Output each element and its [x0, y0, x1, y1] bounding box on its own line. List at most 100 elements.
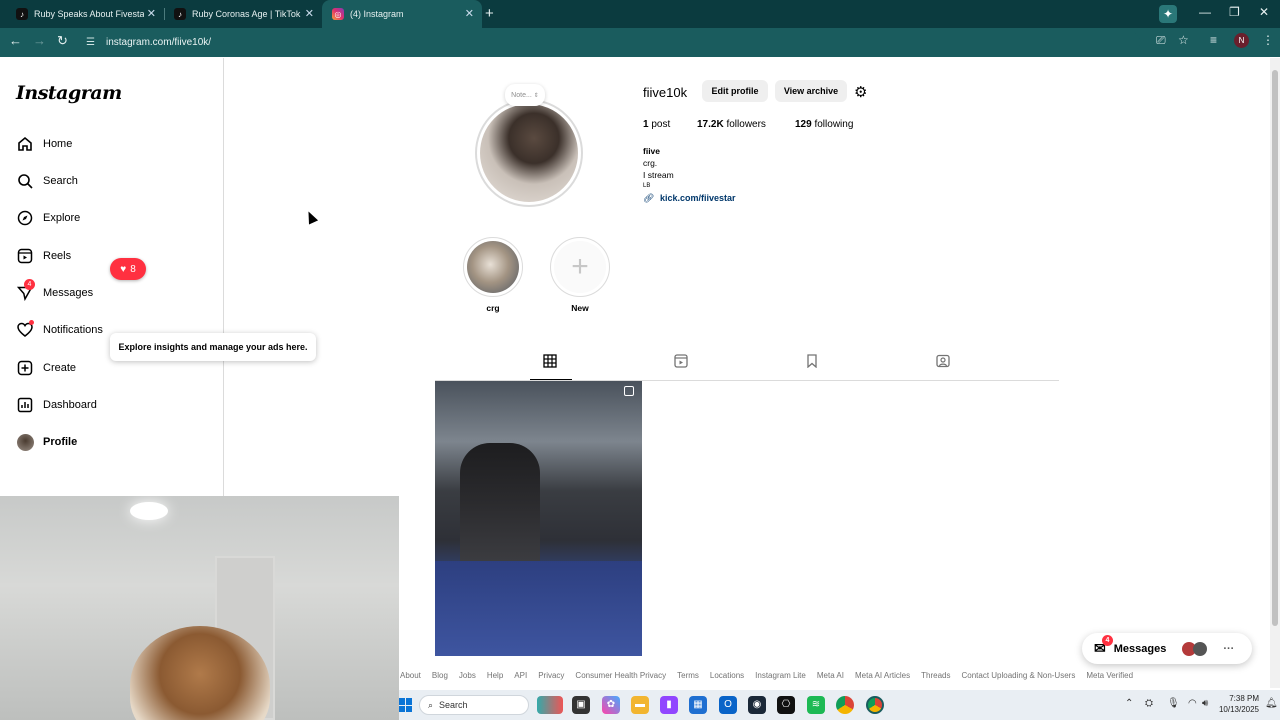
sidebar-item-profile[interactable]: Profile	[16, 430, 77, 454]
footer-link[interactable]: Instagram Lite	[755, 671, 806, 680]
browser-tab[interactable]: ♪ Ruby Speaks About Fivestar Or... ✕	[6, 0, 164, 28]
copilot-icon[interactable]	[537, 696, 563, 714]
following-stat[interactable]: 129 following	[795, 119, 853, 130]
footer-link[interactable]: Jobs	[459, 671, 476, 680]
minimize-icon[interactable]: —	[1199, 5, 1211, 19]
forward-icon[interactable]: →	[33, 33, 46, 48]
sidebar-item-label: Search	[43, 175, 78, 187]
chrome-profile-avatar[interactable]: N	[1234, 33, 1249, 48]
windows-start-icon[interactable]	[399, 698, 413, 712]
sidebar-item-dashboard[interactable]: Dashboard	[16, 393, 97, 417]
post-thumbnail[interactable]	[435, 381, 642, 656]
sidebar-item-messages[interactable]: 4 Messages	[16, 279, 94, 305]
bookmark-star-icon[interactable]: ☆	[1178, 33, 1189, 47]
footer-link[interactable]: Meta Verified	[1086, 671, 1133, 680]
highlight-crg[interactable]	[463, 237, 523, 297]
close-window-icon[interactable]: ✕	[1259, 5, 1269, 19]
browser-tab[interactable]: ♪ Ruby Coronas Age | TikTok ✕	[164, 0, 322, 28]
taskbar-search[interactable]: ⌕ Search	[419, 695, 529, 715]
wifi-icon[interactable]: ◠	[1188, 698, 1197, 709]
twitch-icon[interactable]: ▮	[660, 696, 678, 714]
bio-link[interactable]: 🔗︎ kick.com/fiivestar	[643, 193, 736, 204]
tray-app-icon[interactable]: ⛭	[1145, 698, 1153, 709]
site-info-icon[interactable]: ☰	[86, 37, 100, 48]
steam-icon[interactable]: ◉	[748, 696, 766, 714]
view-archive-button[interactable]: View archive	[775, 80, 847, 102]
messages-bubble-badge: 4	[1102, 635, 1113, 646]
microphone-icon[interactable]: 🎙︎	[1167, 698, 1180, 709]
search-icon: ⌕	[428, 699, 434, 710]
notifications-popup-badge[interactable]: ♥ 8	[110, 258, 146, 280]
footer-link[interactable]: Privacy	[538, 671, 564, 680]
footer-link[interactable]: Help	[487, 671, 503, 680]
sidebar-item-explore[interactable]: Explore	[16, 206, 80, 230]
close-tab-icon[interactable]: ✕	[305, 8, 314, 20]
address-bar[interactable]: ☰ instagram.com/fiive10k/	[80, 31, 1140, 53]
task-view-icon[interactable]: ▣	[572, 696, 590, 714]
install-app-icon[interactable]: ⎚	[1156, 33, 1166, 48]
saved-tab[interactable]	[803, 354, 821, 372]
instagram-logo[interactable]: Instagram	[16, 82, 122, 104]
chrome-icon[interactable]	[836, 696, 854, 714]
footer-link[interactable]: Locations	[710, 671, 744, 680]
messages-floating-button[interactable]: ✉︎ 4 Messages ···	[1082, 633, 1252, 664]
scrollbar-thumb[interactable]	[1272, 70, 1278, 626]
tagged-tab[interactable]	[934, 354, 952, 372]
browser-tab-active[interactable]: ◎ (4) Instagram ✕	[322, 0, 482, 28]
back-icon[interactable]: ←	[9, 33, 22, 48]
sidebar-item-notifications[interactable]: Notifications	[16, 318, 103, 342]
footer-link[interactable]: Contact Uploading & Non-Users	[961, 671, 1075, 680]
followers-stat[interactable]: 17.2K followers	[697, 119, 766, 130]
more-dots-icon[interactable]: ···	[1223, 643, 1234, 655]
reload-icon[interactable]: ↻	[57, 33, 68, 49]
followers-count: 17.2K	[697, 119, 724, 130]
photos-icon[interactable]: ✿	[602, 696, 620, 714]
file-explorer-icon[interactable]: ▬	[631, 696, 649, 714]
edit-profile-button[interactable]: Edit profile	[702, 80, 768, 102]
close-tab-icon[interactable]: ✕	[465, 8, 474, 20]
spotify-icon[interactable]: ≋	[807, 696, 825, 714]
note-bubble[interactable]: Note... ⇕	[505, 84, 545, 106]
footer-link[interactable]: Meta AI	[817, 671, 844, 680]
new-tab-icon[interactable]: +	[485, 5, 494, 23]
profile-avatar[interactable]	[475, 99, 583, 207]
sidebar-item-home[interactable]: Home	[16, 132, 72, 156]
sidebar-item-search[interactable]: Search	[16, 169, 78, 193]
tagged-icon	[936, 354, 950, 368]
bookmark-icon	[807, 354, 817, 369]
volume-icon[interactable]: 🔊︎	[1202, 698, 1208, 709]
plus-icon: +	[571, 250, 589, 283]
sidebar-item-label: Messages	[43, 287, 94, 299]
footer-link[interactable]: API	[514, 671, 527, 680]
maximize-icon[interactable]: ❐	[1229, 5, 1240, 19]
footer-link[interactable]: Threads	[921, 671, 950, 680]
posts-grid-tab[interactable]	[541, 354, 559, 372]
footer-link[interactable]: Meta AI Articles	[855, 671, 910, 680]
messages-bubble-label: Messages	[1113, 642, 1167, 655]
chrome-profile-icon[interactable]	[866, 696, 884, 714]
footer-link[interactable]: Blog	[432, 671, 448, 680]
capcut-icon[interactable]: ⎔	[777, 696, 795, 714]
highlight-new[interactable]: +	[550, 237, 610, 297]
bio-line: I stream	[643, 170, 674, 180]
chrome-menu-icon[interactable]: ⋮	[1262, 33, 1274, 47]
store-icon[interactable]: ▦	[689, 696, 707, 714]
tab-title: (4) Instagram	[350, 9, 404, 19]
reels-tab[interactable]	[672, 354, 690, 372]
taskbar-clock[interactable]: 7:38 PM 10/13/2025	[1209, 693, 1259, 715]
url-text[interactable]: instagram.com/fiive10k/	[106, 37, 211, 48]
link-icon: 🔗︎	[643, 193, 655, 203]
sidebar-item-create[interactable]: Create	[16, 356, 76, 380]
close-tab-icon[interactable]: ✕	[147, 8, 156, 20]
footer-link[interactable]: Terms	[677, 671, 699, 680]
footer-link[interactable]: Consumer Health Privacy	[575, 671, 666, 680]
sidebar-item-reels[interactable]: Reels	[16, 244, 71, 268]
outlook-icon[interactable]: O	[719, 696, 737, 714]
footer-link[interactable]: About	[400, 671, 421, 680]
settings-gear-icon[interactable]: ⚙	[854, 83, 867, 101]
notification-bell-icon[interactable]: 🔔︎	[1265, 698, 1278, 709]
sidebar-item-label: Profile	[43, 436, 78, 448]
media-controls-icon[interactable]: ≡	[1210, 33, 1217, 47]
tray-chevron-icon[interactable]: ⌃	[1125, 698, 1133, 709]
gemini-icon[interactable]: ✦	[1159, 5, 1177, 23]
